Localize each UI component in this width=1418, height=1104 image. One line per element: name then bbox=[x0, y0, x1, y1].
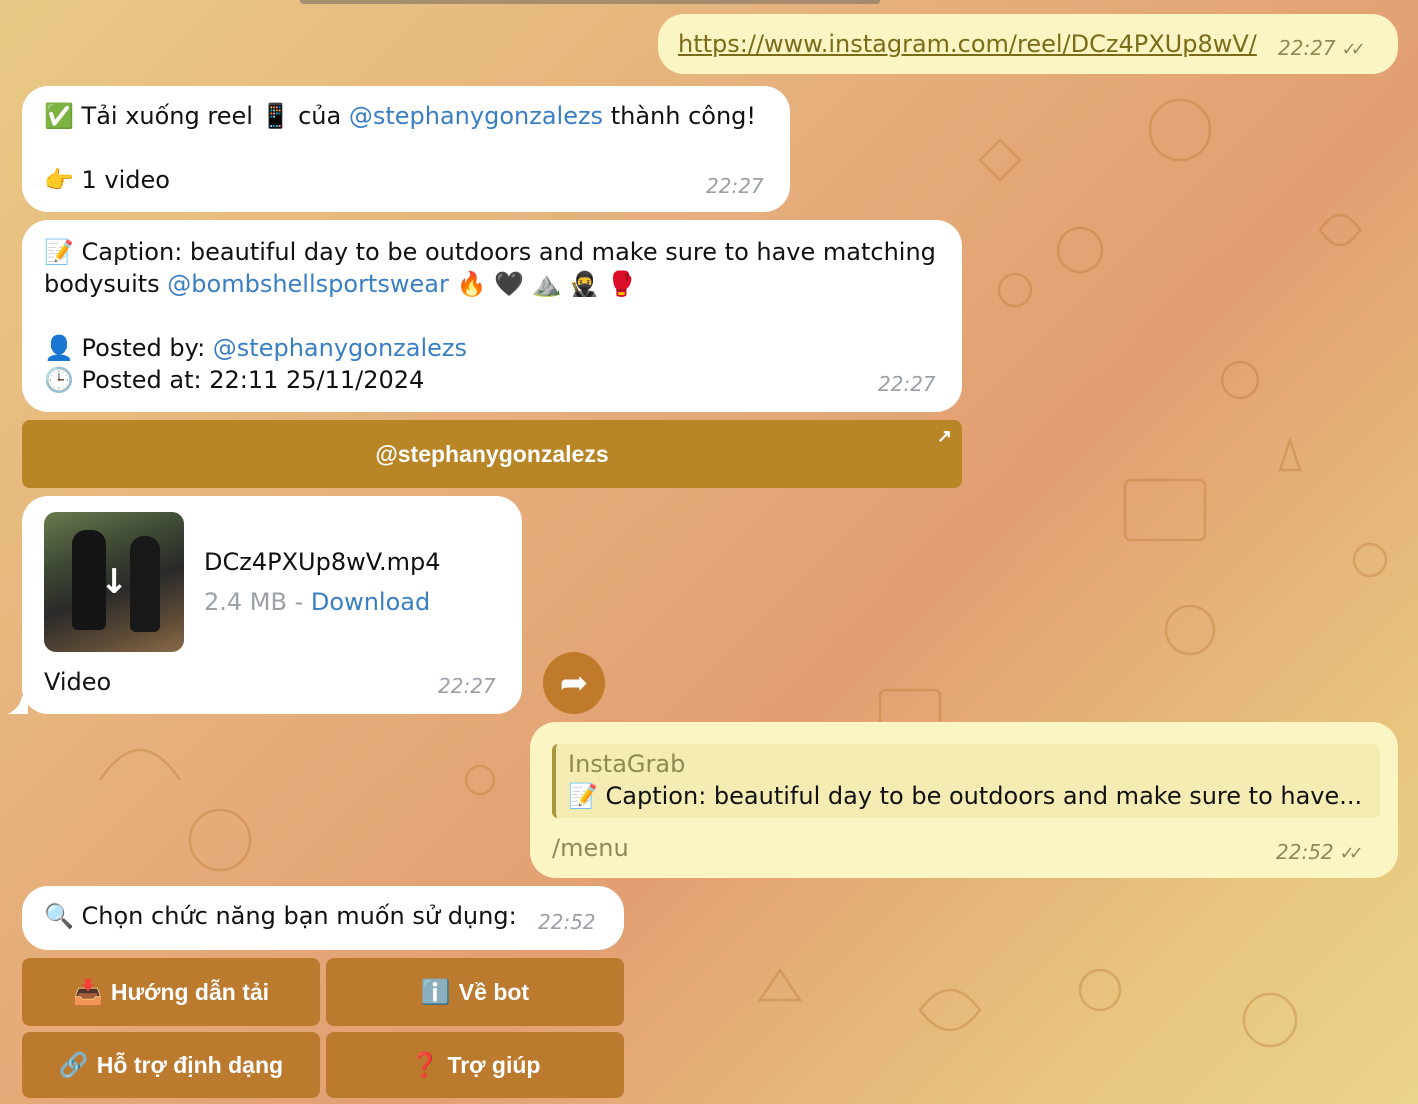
message-time: 22:27 bbox=[878, 372, 936, 396]
success-text-a: Tải xuống reel bbox=[81, 102, 253, 130]
profile-link-button[interactable]: @stephanygonzalezs ↗ bbox=[22, 420, 962, 488]
message-time: 22:27 ✓✓ bbox=[1278, 36, 1366, 60]
download-success-message: ✅ Tải xuống reel 📱 của @stephanygonzalez… bbox=[22, 86, 790, 212]
help-button-label: Trợ giúp bbox=[447, 1051, 541, 1078]
ninja-icon: 🥷 bbox=[569, 270, 599, 298]
caption-text: Caption: beautiful day to be outdoors an… bbox=[81, 238, 936, 266]
point-right-icon: 👉 bbox=[44, 166, 74, 194]
info-icon: ℹ️ bbox=[420, 978, 451, 1006]
guide-button-label: Hướng dẫn tải bbox=[110, 978, 270, 1005]
instagram-link[interactable]: https://www.instagram.com/reel/DCz4PXUp8… bbox=[678, 30, 1257, 58]
brand-mention[interactable]: @bombshellsportswear bbox=[167, 270, 449, 298]
read-checks-icon: ✓✓ bbox=[1339, 843, 1364, 864]
file-caption: Video bbox=[44, 668, 112, 696]
menu-command: /menu bbox=[552, 834, 629, 862]
question-icon: ❓ bbox=[409, 1051, 440, 1079]
check-icon: ✅ bbox=[44, 102, 74, 130]
phone-icon: 📱 bbox=[260, 102, 291, 130]
posted-by-label: Posted by: bbox=[81, 334, 206, 362]
fire-icon: 🔥 bbox=[456, 270, 487, 298]
reply-sender: InstaGrab bbox=[568, 750, 686, 778]
profile-button-label: @stephanygonzalezs bbox=[375, 440, 609, 467]
download-link[interactable]: Download bbox=[311, 588, 430, 616]
message-time: 22:27 bbox=[438, 674, 496, 698]
bubble-tail bbox=[8, 696, 28, 714]
search-icon: 🔍 bbox=[44, 902, 74, 930]
user-mention[interactable]: @stephanygonzalezs bbox=[349, 102, 603, 130]
video-file-message: ↓ DCz4PXUp8wV.mp4 2.4 MB - Download Vide… bbox=[22, 496, 522, 714]
video-count: 1 video bbox=[81, 166, 170, 194]
video-thumbnail[interactable]: ↓ bbox=[44, 512, 184, 652]
formats-button-label: Hỗ trợ định dạng bbox=[96, 1051, 284, 1078]
file-separator: - bbox=[294, 588, 304, 616]
boxing-glove-icon: 🥊 bbox=[606, 270, 637, 298]
menu-prompt-text: Chọn chức năng bạn muốn sử dụng: bbox=[81, 902, 517, 930]
message-time: 22:27 bbox=[706, 174, 764, 198]
external-link-icon: ↗ bbox=[936, 426, 952, 446]
success-text-b: của bbox=[298, 102, 342, 130]
share-button[interactable]: ➦ bbox=[543, 652, 605, 714]
outgoing-menu-message[interactable]: InstaGrab 📝 Caption: beautiful day to be… bbox=[530, 722, 1398, 878]
file-name: DCz4PXUp8wV.mp4 bbox=[204, 548, 441, 576]
black-heart-icon: 🖤 bbox=[494, 270, 524, 298]
message-time: 22:52 ✓✓ bbox=[1276, 840, 1364, 864]
message-time: 22:52 bbox=[538, 910, 596, 934]
caption-message: 📝 Caption: beautiful day to be outdoors … bbox=[22, 220, 962, 412]
file-size: 2.4 MB bbox=[204, 588, 287, 616]
about-bot-label: Về bot bbox=[458, 978, 530, 1005]
link-icon: 🔗 bbox=[58, 1051, 89, 1079]
inbox-icon: 📥 bbox=[72, 978, 103, 1006]
reply-preview[interactable]: InstaGrab 📝 Caption: beautiful day to be… bbox=[552, 744, 1380, 818]
caption-text-2: bodysuits bbox=[44, 270, 160, 298]
formats-button[interactable]: 🔗 Hỗ trợ định dạng bbox=[22, 1032, 320, 1098]
read-checks-icon: ✓✓ bbox=[1341, 39, 1366, 60]
about-bot-button[interactable]: ℹ️ Về bot bbox=[326, 958, 624, 1026]
download-arrow-icon[interactable]: ↓ bbox=[94, 562, 134, 602]
memo-icon: 📝 bbox=[44, 238, 74, 266]
help-button[interactable]: ❓ Trợ giúp bbox=[326, 1032, 624, 1098]
clock-icon: 🕒 bbox=[44, 366, 74, 394]
guide-button[interactable]: 📥 Hướng dẫn tải bbox=[22, 958, 320, 1026]
memo-icon: 📝 bbox=[568, 782, 598, 810]
share-arrow-icon: ➦ bbox=[559, 663, 589, 703]
posted-by-user[interactable]: @stephanygonzalezs bbox=[213, 334, 467, 362]
mountain-icon: ⛰️ bbox=[531, 270, 562, 298]
user-icon: 👤 bbox=[44, 334, 74, 362]
reply-text: Caption: beautiful day to be outdoors an… bbox=[605, 782, 1363, 810]
success-text-c: thành công! bbox=[610, 102, 757, 130]
menu-prompt-message: 🔍 Chọn chức năng bạn muốn sử dụng: 22:52 bbox=[22, 886, 624, 950]
posted-at: Posted at: 22:11 25/11/2024 bbox=[81, 366, 425, 394]
top-scroll-edge bbox=[300, 0, 880, 4]
outgoing-link-message[interactable]: https://www.instagram.com/reel/DCz4PXUp8… bbox=[658, 14, 1398, 74]
